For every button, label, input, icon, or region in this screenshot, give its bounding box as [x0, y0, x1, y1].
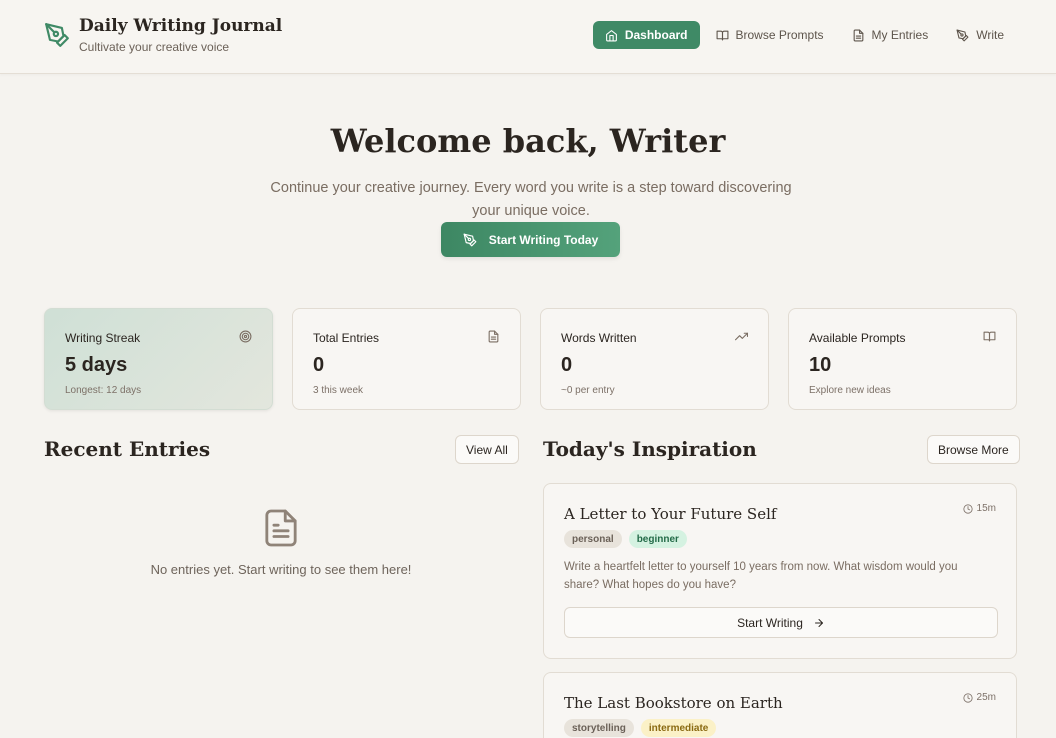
browse-more-button[interactable]: Browse More: [927, 435, 1020, 464]
prompt-title: The Last Bookstore on Earth: [564, 694, 783, 712]
app-title: Daily Writing Journal: [79, 16, 283, 36]
book-icon: [716, 30, 728, 40]
prompt-tags: storytelling intermediate: [564, 719, 717, 737]
difficulty-tag: intermediate: [640, 719, 717, 737]
stat-value: 0: [313, 354, 325, 376]
file-icon: [488, 330, 499, 343]
prompt-title: A Letter to Your Future Self: [564, 505, 777, 523]
category-tag: storytelling: [564, 719, 634, 737]
clock-icon: [962, 503, 973, 514]
prompt-duration: 25m: [962, 692, 996, 703]
nav-write[interactable]: Write: [944, 21, 1016, 49]
start-writing-today-label: Start Writing Today: [488, 232, 599, 247]
stat-card-words-written: Words Written 0 ~0 per entry: [540, 308, 769, 410]
prompt-card: A Letter to Your Future Self 15m persona…: [543, 483, 1017, 659]
recent-entries-heading: Recent Entries: [44, 437, 211, 461]
prompt-duration: 15m: [962, 503, 996, 514]
app-header: Daily Writing Journal Cultivate your cre…: [0, 0, 1056, 74]
stat-note: Explore new ideas: [809, 385, 891, 396]
home-icon: [605, 29, 617, 41]
stat-label: Total Entries: [313, 331, 380, 345]
stat-card-writing-streak: Writing Streak 5 days Longest: 12 days: [44, 308, 273, 410]
prompt-card: The Last Bookstore on Earth 25m storytel…: [543, 672, 1017, 738]
nav-write-label: Write: [976, 28, 1004, 42]
welcome-heading: Welcome back, Writer: [330, 122, 726, 160]
nav-dashboard-label: Dashboard: [624, 28, 688, 42]
empty-entries-message: No entries yet. Start writing to see the…: [150, 562, 412, 577]
target-icon: [239, 330, 252, 343]
stat-value: 10: [809, 354, 832, 376]
stat-label: Available Prompts: [809, 331, 906, 345]
book-icon: [983, 331, 996, 342]
nav-browse-prompts[interactable]: Browse Prompts: [704, 21, 836, 49]
nav-browse-prompts-label: Browse Prompts: [735, 28, 824, 42]
welcome-text: Continue your creative journey. Every wo…: [270, 180, 792, 219]
start-writing-label: Start Writing: [737, 615, 803, 630]
stat-label: Words Written: [561, 331, 637, 345]
nav-my-entries[interactable]: My Entries: [840, 21, 941, 49]
stat-note: 3 this week: [313, 385, 364, 396]
arrow-right-icon: [814, 618, 823, 627]
nav-dashboard[interactable]: Dashboard: [592, 21, 700, 49]
clock-icon: [962, 692, 973, 703]
view-all-button[interactable]: View All: [455, 435, 519, 464]
todays-inspiration-heading: Today's Inspiration: [543, 437, 757, 461]
app-subtitle: Cultivate your creative voice: [79, 40, 230, 54]
prompt-description: Write a heartfelt letter to yourself 10 …: [564, 561, 958, 591]
file-text-icon: [265, 509, 297, 547]
pen-tool-logo-icon: [45, 23, 69, 47]
difficulty-tag: beginner: [628, 530, 687, 548]
prompt-duration-value: 25m: [976, 692, 996, 703]
stat-card-available-prompts: Available Prompts 10 Explore new ideas: [788, 308, 1017, 410]
main-nav: Dashboard Browse Prompts My Entries Writ…: [592, 21, 1016, 49]
start-writing-button[interactable]: Start Writing: [564, 607, 998, 638]
category-tag: personal: [564, 530, 622, 548]
start-writing-today-button[interactable]: Start Writing Today: [441, 222, 620, 257]
stat-label: Writing Streak: [65, 331, 141, 345]
stat-value: 5 days: [65, 354, 128, 376]
trending-up-icon: [735, 332, 748, 341]
nav-my-entries-label: My Entries: [871, 28, 929, 42]
pen-icon: [956, 29, 969, 41]
stat-note: Longest: 12 days: [65, 385, 142, 396]
stat-note: ~0 per entry: [561, 385, 615, 396]
stat-card-total-entries: Total Entries 0 3 this week: [292, 308, 521, 410]
stat-value: 0: [561, 354, 573, 376]
pen-icon: [463, 233, 477, 246]
file-icon: [853, 29, 863, 41]
prompt-tags: personal beginner: [564, 530, 687, 548]
prompt-duration-value: 15m: [976, 503, 996, 514]
